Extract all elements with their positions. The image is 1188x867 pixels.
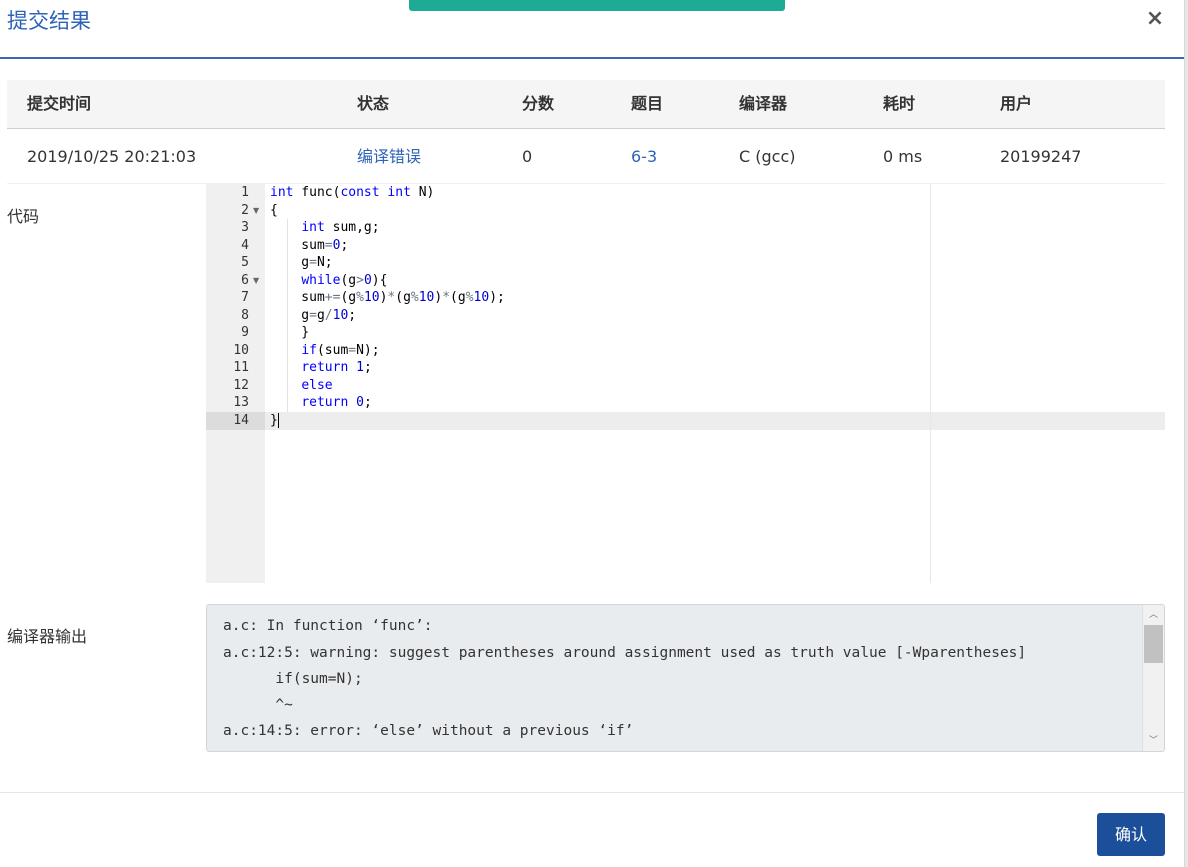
line-number: 7 — [241, 290, 249, 305]
line-number: 6 — [241, 272, 249, 288]
line-number: 1 — [241, 185, 249, 200]
line-number: 5 — [241, 255, 249, 270]
output-line: a.c: In function ‘func’: — [223, 618, 433, 634]
line-number: 14 — [233, 413, 249, 428]
output-line: if(sum=N); — [223, 671, 363, 687]
scroll-thumb[interactable] — [1144, 625, 1163, 663]
line-number: 10 — [233, 342, 249, 358]
code-label: 代码 — [7, 207, 40, 226]
confirm-button[interactable]: 确认 — [1097, 813, 1165, 856]
footer-divider — [0, 792, 1184, 793]
line-number: 12 — [233, 377, 249, 393]
output-line: ^~ — [223, 697, 293, 713]
notification-toast — [409, 0, 785, 11]
line-number: 8 — [241, 307, 249, 323]
submission-table-header: 提交时间 状态 分数 题目 编译器 耗时 用户 — [7, 80, 1165, 129]
fold-toggle-icon[interactable]: ▼ — [253, 202, 259, 220]
print-margin — [930, 184, 931, 583]
code-line: sum+=(g%10)*(g%10)*(g%10); — [270, 290, 505, 305]
output-line: a.c:12:5: warning: suggest parentheses a… — [223, 645, 1027, 661]
output-scrollbar[interactable]: ︿ ﹀ — [1142, 605, 1164, 751]
window-edge — [1184, 0, 1188, 867]
code-line: g=g/10; — [270, 307, 357, 323]
compiler-value: C (gcc) — [739, 147, 796, 166]
header-status: 状态 — [357, 94, 390, 113]
code-line: if(sum=N); — [301, 342, 380, 358]
submission-time: 2019/10/25 20:21:03 — [27, 147, 197, 166]
code-line: int sum,g; — [301, 220, 380, 235]
compiler-output-box[interactable]: a.c: In function ‘func’: a.c:12:5: warni… — [206, 604, 1165, 752]
code-editor[interactable]: 1 2 ▼ 3 4 5 6 ▼ 7 8 9 10 11 12 13 14 int… — [206, 184, 1165, 583]
score-value: 0 — [522, 147, 533, 166]
code-line: } — [270, 325, 310, 340]
code-line: } — [270, 413, 279, 428]
scroll-down-icon[interactable]: ﹀ — [1143, 734, 1164, 748]
problem-link[interactable]: 6-3 — [631, 147, 657, 167]
code-line: return 0; — [301, 395, 372, 410]
line-number: 11 — [233, 360, 249, 375]
output-line: a.c:14:5: error: ‘else’ without a previo… — [223, 723, 634, 739]
header-score: 分数 — [522, 94, 555, 113]
duration-value: 0 ms — [883, 147, 923, 166]
code-line: else — [301, 377, 333, 393]
header-duration: 耗时 — [883, 94, 916, 113]
user-value: 20199247 — [1000, 147, 1082, 166]
title-divider — [0, 57, 1184, 59]
line-number: 4 — [241, 237, 249, 253]
code-line: sum=0; — [270, 237, 349, 253]
status-link[interactable]: 编译错误 — [357, 147, 421, 167]
modal-title: 提交结果 — [7, 9, 91, 33]
code-line: return 1; — [301, 360, 372, 375]
header-user: 用户 — [1000, 94, 1033, 113]
line-number: 9 — [241, 325, 249, 340]
fold-toggle-icon[interactable]: ▼ — [253, 272, 259, 290]
scroll-up-icon[interactable]: ︿ — [1143, 608, 1164, 622]
line-number: 13 — [233, 395, 249, 410]
line-number: 2 — [241, 202, 249, 218]
code-line: while(g>0){ — [301, 272, 388, 288]
compiler-output-label: 编译器输出 — [7, 627, 88, 646]
code-line: int func(const int N) — [270, 185, 435, 200]
header-problem: 题目 — [631, 94, 664, 113]
header-compiler: 编译器 — [739, 94, 788, 113]
text-cursor — [277, 413, 279, 428]
table-row: 2019/10/25 20:21:03 编译错误 0 6-3 C (gcc) 0… — [7, 130, 1165, 184]
line-number: 3 — [241, 220, 249, 235]
header-time: 提交时间 — [27, 94, 92, 113]
code-line: g=N; — [270, 255, 333, 270]
code-line: { — [270, 202, 278, 218]
active-line-highlight — [265, 412, 1165, 430]
close-icon[interactable]: × — [1143, 7, 1167, 31]
